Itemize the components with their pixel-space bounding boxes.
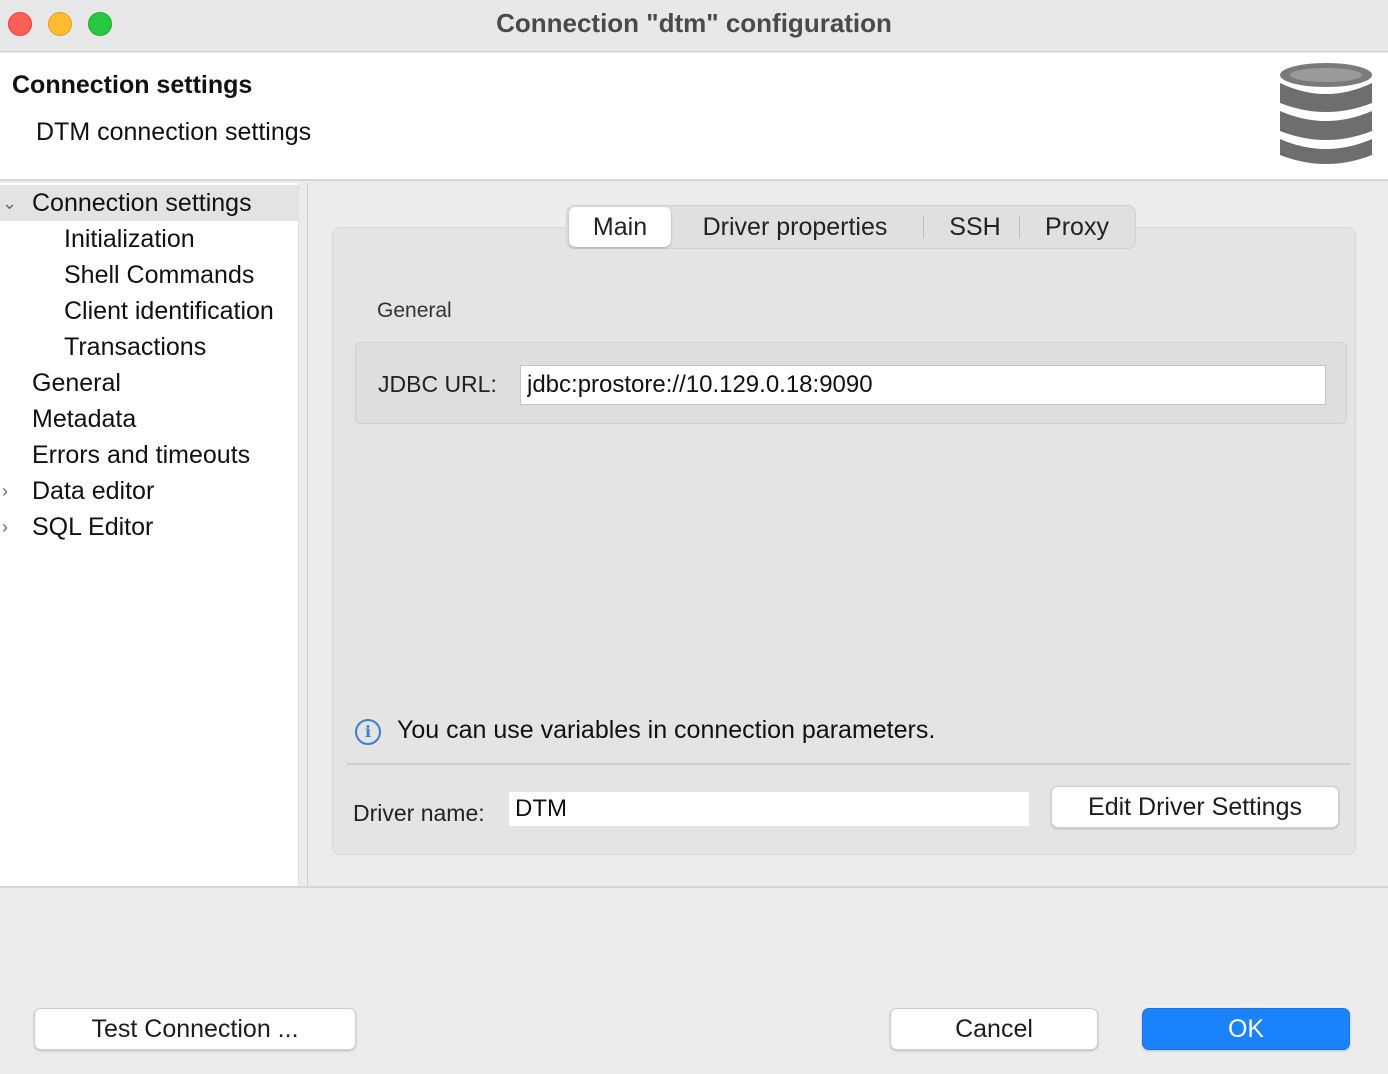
jdbc-url-input[interactable] xyxy=(520,365,1326,405)
tree-item-label: Data editor xyxy=(32,477,155,505)
tree-item-label: Initialization xyxy=(64,225,195,253)
page-title: Connection settings xyxy=(12,71,253,99)
tree-item-label: Metadata xyxy=(32,405,137,433)
tree-item-initialization[interactable]: Initialization xyxy=(0,221,298,257)
main-content: General JDBC URL: i You can use variable… xyxy=(308,183,1388,886)
window-title: Connection "dtm" configuration xyxy=(496,8,892,38)
tab-ssh[interactable]: SSH xyxy=(931,207,1019,247)
tree-item-label: Shell Commands xyxy=(64,261,255,289)
tab-proxy[interactable]: Proxy xyxy=(1027,207,1127,247)
tree-item-label: SQL Editor xyxy=(32,513,154,541)
driver-name-label: Driver name: xyxy=(353,800,485,826)
chevron-right-icon[interactable]: › xyxy=(2,473,18,509)
general-group-label: General xyxy=(377,299,452,322)
dialog-footer: Test Connection ... Cancel OK xyxy=(0,886,1388,1074)
tree-item-metadata[interactable]: Metadata xyxy=(0,401,298,437)
jdbc-url-label: JDBC URL: xyxy=(378,371,497,397)
chevron-down-icon[interactable]: ⌄ xyxy=(2,185,18,221)
tree-item-connection-settings[interactable]: ⌄ Connection settings xyxy=(0,185,298,221)
edit-driver-settings-button[interactable]: Edit Driver Settings xyxy=(1051,786,1339,828)
tree-item-label: Transactions xyxy=(64,333,207,361)
ok-button[interactable]: OK xyxy=(1142,1008,1350,1050)
tab-driver-properties[interactable]: Driver properties xyxy=(681,207,909,247)
info-icon: i xyxy=(355,719,381,745)
tree-item-label: Client identification xyxy=(64,297,274,325)
tree-item-shell-commands[interactable]: Shell Commands xyxy=(0,257,298,293)
tab-bar: Main Driver properties SSH Proxy xyxy=(566,205,1136,249)
driver-name-field[interactable] xyxy=(509,792,1029,826)
page-subtitle: DTM connection settings xyxy=(36,118,312,146)
tree-item-transactions[interactable]: Transactions xyxy=(0,329,298,365)
tree-item-label: General xyxy=(32,369,121,397)
sidebar-splitter[interactable] xyxy=(298,183,308,886)
info-text: You can use variables in connection para… xyxy=(397,716,936,744)
page-header: Connection settings DTM connection setti… xyxy=(0,53,1388,181)
tree-item-general[interactable]: General xyxy=(0,365,298,401)
tree-item-data-editor[interactable]: › Data editor xyxy=(0,473,298,509)
settings-tree: ⌄ Connection settings Initialization She… xyxy=(0,183,298,886)
chevron-right-icon[interactable]: › xyxy=(2,509,18,545)
tree-item-sql-editor[interactable]: › SQL Editor xyxy=(0,509,298,545)
tree-item-client-identification[interactable]: Client identification xyxy=(0,293,298,329)
title-bar: Connection "dtm" configuration xyxy=(0,0,1388,52)
tab-separator xyxy=(1019,216,1020,238)
tab-separator xyxy=(923,216,924,238)
database-icon xyxy=(1280,63,1372,164)
general-group: JDBC URL: xyxy=(355,342,1347,424)
cancel-button[interactable]: Cancel xyxy=(890,1008,1098,1050)
tree-item-label: Connection settings xyxy=(32,189,252,217)
test-connection-button[interactable]: Test Connection ... xyxy=(34,1008,356,1050)
divider xyxy=(347,763,1351,765)
tab-panel: General JDBC URL: i You can use variable… xyxy=(332,227,1356,855)
tab-main[interactable]: Main xyxy=(569,207,671,247)
tree-item-label: Errors and timeouts xyxy=(32,441,251,469)
tree-item-errors-and-timeouts[interactable]: Errors and timeouts xyxy=(0,437,298,473)
